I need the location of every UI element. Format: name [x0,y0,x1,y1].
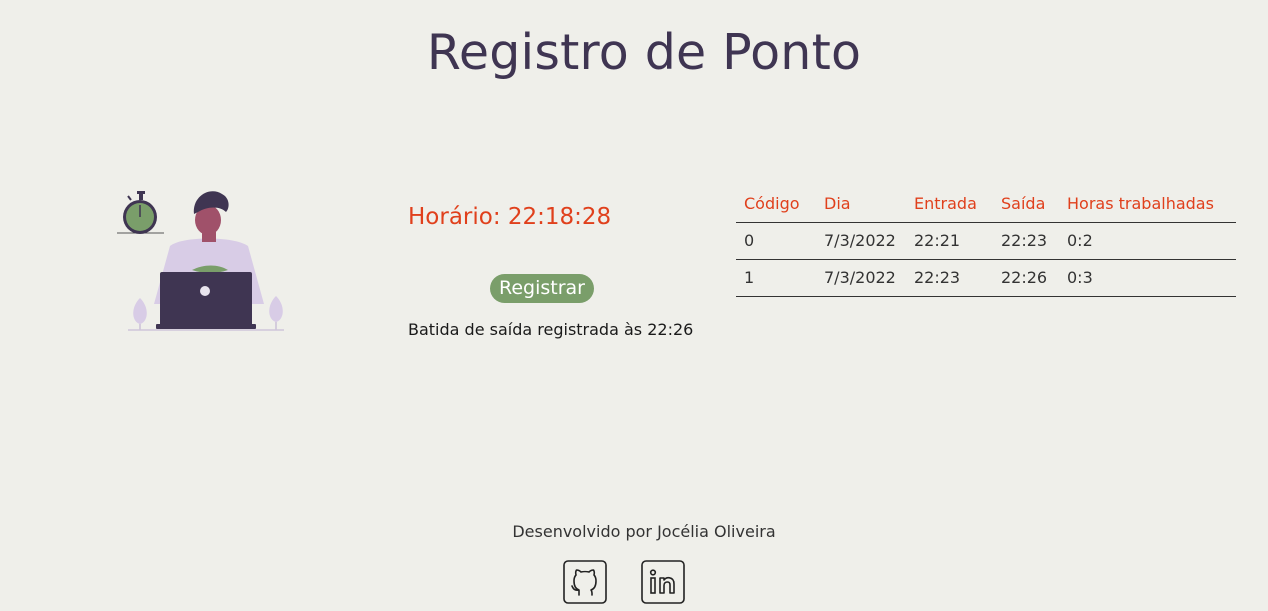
github-link[interactable] [563,560,607,604]
table-row: 1 7/3/2022 22:23 22:26 0:3 [736,259,1236,297]
cell-codigo: 1 [736,259,816,297]
linkedin-link[interactable] [641,560,685,604]
cell-dia: 7/3/2022 [816,222,906,260]
social-links [0,560,1248,604]
cell-dia: 7/3/2022 [816,259,906,297]
cell-horas: 0:2 [1059,222,1236,260]
developer-credit: Desenvolvido por Jocélia Oliveira [512,522,776,541]
column-header-horas: Horas trabalhadas [1059,186,1236,223]
page-title: Registro de Ponto [426,24,862,81]
records-table: Código Dia Entrada Saída Horas trabalhad… [736,186,1236,297]
cell-saida: 22:26 [993,259,1059,297]
column-header-entrada: Entrada [906,186,993,223]
person-laptop-illustration [117,191,284,331]
plant-left-icon [133,298,147,330]
github-icon [563,560,607,604]
page: Registro de Ponto Horário: 22:18:28 Regi… [0,0,1268,611]
plant-right-icon [269,296,283,330]
cell-codigo: 0 [736,222,816,260]
register-button[interactable]: Registrar [490,274,594,303]
cell-entrada: 22:21 [906,222,993,260]
footer: Desenvolvido por Jocélia Oliveira [0,522,1268,604]
clock-panel: Horário: 22:18:28 Registrar Batida de sa… [408,204,708,339]
linkedin-icon [641,560,685,604]
column-header-saida: Saída [993,186,1059,223]
cell-entrada: 22:23 [906,259,993,297]
cell-saida: 22:23 [993,222,1059,260]
stopwatch-icon [117,191,164,234]
column-header-dia: Dia [816,186,906,223]
cell-horas: 0:3 [1059,259,1236,297]
current-time: Horário: 22:18:28 [408,204,612,230]
column-header-codigo: Código [736,186,816,223]
table-row: 0 7/3/2022 22:21 22:23 0:2 [736,222,1236,260]
table-header-row: Código Dia Entrada Saída Horas trabalhad… [736,186,1236,223]
status-message: Batida de saída registrada às 22:26 [408,320,694,339]
